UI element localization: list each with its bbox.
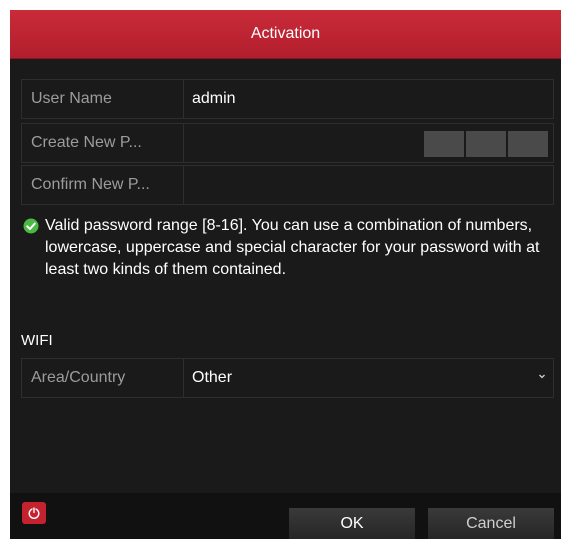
strength-segment (508, 131, 548, 157)
username-label: User Name (22, 80, 184, 118)
power-icon (28, 507, 40, 520)
username-field[interactable]: admin (184, 80, 553, 118)
chevron-down-icon (539, 374, 545, 379)
area-country-row: Area/Country Other (21, 358, 554, 398)
check-circle-icon (23, 218, 39, 234)
password-hint-text: Valid password range [8-16]. You can use… (45, 217, 540, 278)
password-strength-meter (424, 131, 548, 157)
activation-dialog: Activation User Name admin Create New P.… (10, 10, 561, 539)
confirm-password-row: Confirm New P... (21, 165, 554, 205)
wifi-section-label: WIFI (21, 332, 53, 349)
new-password-label: Create New P... (22, 124, 184, 162)
confirm-password-field[interactable] (184, 166, 553, 204)
new-password-field[interactable] (184, 124, 553, 162)
strength-segment (424, 131, 464, 157)
area-country-select[interactable]: Other (184, 359, 553, 397)
strength-segment (466, 131, 506, 157)
cancel-button[interactable]: Cancel (428, 508, 554, 539)
power-button[interactable] (22, 502, 46, 524)
dialog-footer: OK Cancel (10, 493, 561, 539)
username-row: User Name admin (21, 79, 554, 119)
new-password-row: Create New P... (21, 123, 554, 163)
dialog-title: Activation (10, 10, 561, 59)
area-country-value: Other (192, 369, 233, 386)
confirm-password-label: Confirm New P... (22, 166, 184, 204)
password-hint: Valid password range [8-16]. You can use… (23, 215, 553, 281)
area-country-label: Area/Country (22, 359, 184, 397)
ok-button[interactable]: OK (289, 508, 415, 539)
